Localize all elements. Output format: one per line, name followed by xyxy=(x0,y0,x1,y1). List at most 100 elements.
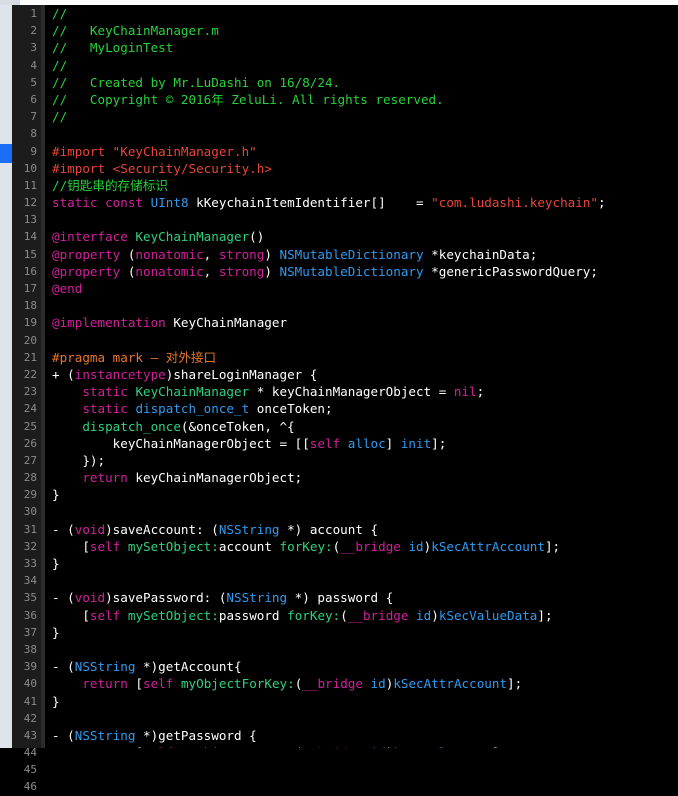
code-token: //钥匙串的存储标识 xyxy=(52,177,168,193)
code-token: return xyxy=(82,676,128,692)
code-token: ; xyxy=(597,195,606,211)
code-token: mySetObject: xyxy=(127,607,219,623)
code-line[interactable]: } xyxy=(52,555,678,572)
code-token: keyChainManagerObject = [[ xyxy=(52,435,310,451)
code-token: __bridge xyxy=(340,538,401,554)
code-line[interactable]: + (instancetype)shareLoginManager { xyxy=(52,366,678,383)
code-line[interactable] xyxy=(52,297,678,314)
code-line[interactable]: [self mySetObject:password forKey:(__bri… xyxy=(52,607,678,624)
code-line[interactable]: static const UInt8 kKeychainItemIdentifi… xyxy=(52,194,678,211)
code-token: kSecValueData xyxy=(438,607,538,623)
code-line[interactable]: // Copyright © 2016年 ZeluLi. All rights … xyxy=(52,91,678,108)
code-line[interactable]: @interface KeyChainManager() xyxy=(52,228,678,245)
code-token: NSString xyxy=(74,727,136,743)
code-token: KeyChainManager xyxy=(135,229,250,245)
code-line[interactable]: - (NSString *)getAccount{ xyxy=(52,658,678,675)
code-line[interactable]: //钥匙串的存储标识 xyxy=(52,177,678,194)
code-token: kKeychainItemIdentifier[] = xyxy=(188,195,432,211)
code-line[interactable]: } xyxy=(52,693,678,710)
code-token: // Created by Mr.LuDashi on 16/8/24. xyxy=(52,74,341,90)
code-token: (&onceToken, ^{ xyxy=(180,418,295,434)
code-token: @implementation xyxy=(52,315,166,331)
code-line[interactable]: - (NSString *)getPassword { xyxy=(52,727,678,744)
code-line[interactable]: // xyxy=(52,57,678,74)
code-token: __bridge xyxy=(347,607,409,623)
code-text-area[interactable]: //// KeyChainManager.m// MyLoginTest////… xyxy=(45,0,678,748)
code-line[interactable]: } xyxy=(52,486,678,503)
code-token: ]; xyxy=(544,538,561,554)
code-token: account xyxy=(218,538,280,554)
code-token: *) account { xyxy=(279,521,379,537)
code-line[interactable]: }); xyxy=(52,452,678,469)
code-line[interactable]: - (void)savePassword: (NSString *) passw… xyxy=(52,589,678,606)
code-line[interactable]: @implementation KeyChainManager xyxy=(52,314,678,331)
code-token: *keychainData; xyxy=(423,246,538,262)
line-number: 46 xyxy=(23,780,37,794)
code-line[interactable]: return [self myObjectForKey:(__bridge id… xyxy=(52,744,678,748)
code-line[interactable]: #import "KeyChainManager.h" xyxy=(52,143,678,160)
code-token: strong xyxy=(218,246,265,262)
code-token: } xyxy=(52,487,60,503)
code-line[interactable]: #import <Security/Security.h> xyxy=(52,160,678,177)
code-line[interactable]: static KeyChainManager * keyChainManager… xyxy=(52,383,678,400)
code-token: [ xyxy=(127,676,144,692)
code-token: } xyxy=(52,556,60,571)
code-token: self xyxy=(143,676,174,692)
code-token: keyChainManagerObject; xyxy=(127,470,303,486)
code-token: *genericPasswordQuery; xyxy=(423,263,598,279)
code-token: [ xyxy=(52,538,90,554)
code-line[interactable] xyxy=(52,572,678,589)
code-token: )saveAccount: ( xyxy=(105,521,219,537)
code-token: ]; xyxy=(507,676,523,692)
code-line[interactable] xyxy=(52,641,678,658)
code-line[interactable]: return keyChainManagerObject; xyxy=(52,469,678,486)
code-token: self xyxy=(89,607,121,623)
code-token: void xyxy=(74,590,106,606)
code-token: ] xyxy=(385,435,401,451)
code-token: nonatomic xyxy=(135,263,204,279)
code-line[interactable]: // xyxy=(52,5,678,22)
code-token: ]; xyxy=(537,607,553,623)
code-token: @property xyxy=(52,246,121,262)
code-line[interactable] xyxy=(52,211,678,228)
code-line[interactable]: - (void)saveAccount: (NSString *) accoun… xyxy=(52,521,678,538)
code-line[interactable] xyxy=(52,503,678,520)
ribbon-position-marker[interactable] xyxy=(0,144,12,163)
code-line[interactable] xyxy=(52,710,678,727)
code-line[interactable]: [self mySetObject:account forKey:(__brid… xyxy=(52,538,678,555)
code-line[interactable]: // Created by Mr.LuDashi on 16/8/24. xyxy=(52,74,678,91)
code-token: }); xyxy=(52,452,106,468)
code-line[interactable]: } xyxy=(52,624,678,641)
code-line[interactable]: // MyLoginTest xyxy=(52,39,678,56)
code-line[interactable]: keyChainManagerObject = [[self alloc] in… xyxy=(52,435,678,452)
code-token: // MyLoginTest xyxy=(52,40,174,56)
code-token: mySetObject: xyxy=(127,538,219,554)
line-number-gutter: 1 2 3 4 5 6 7 8 9 10 11 12 13 14 15 16 17 18 19 20 21 22 23 24 2… xyxy=(12,0,45,793)
code-line[interactable]: dispatch_once(&onceToken, ^{ xyxy=(52,418,678,435)
code-line[interactable]: return [self myObjectForKey:(__bridge id… xyxy=(52,675,678,692)
code-token: <Security/Security.h> xyxy=(112,160,272,176)
code-token: "com.ludashi.keychain" xyxy=(431,195,598,211)
code-line[interactable] xyxy=(52,125,678,142)
code-line[interactable]: @property (nonatomic, strong) NSMutableD… xyxy=(52,246,678,263)
code-token: dispatch_once_t xyxy=(135,401,250,417)
code-token: self xyxy=(89,538,121,554)
line-number: 45 xyxy=(23,763,37,777)
code-token: nonatomic xyxy=(135,246,204,262)
code-line[interactable]: // xyxy=(52,108,678,125)
code-token: void xyxy=(74,521,106,537)
code-line[interactable]: @end xyxy=(52,280,678,297)
code-line[interactable]: // KeyChainManager.m xyxy=(52,22,678,39)
code-line[interactable]: #pragma mark — 对外接口 xyxy=(52,349,678,366)
issue-ribbon[interactable] xyxy=(0,0,12,748)
code-token: ) xyxy=(431,607,439,623)
code-line[interactable]: static dispatch_once_t onceToken; xyxy=(52,400,678,417)
code-line[interactable] xyxy=(52,332,678,349)
code-token: id xyxy=(416,607,432,623)
code-line[interactable]: @property (nonatomic, strong) NSMutableD… xyxy=(52,263,678,280)
code-token: } xyxy=(52,624,60,640)
code-token: } xyxy=(52,693,60,709)
